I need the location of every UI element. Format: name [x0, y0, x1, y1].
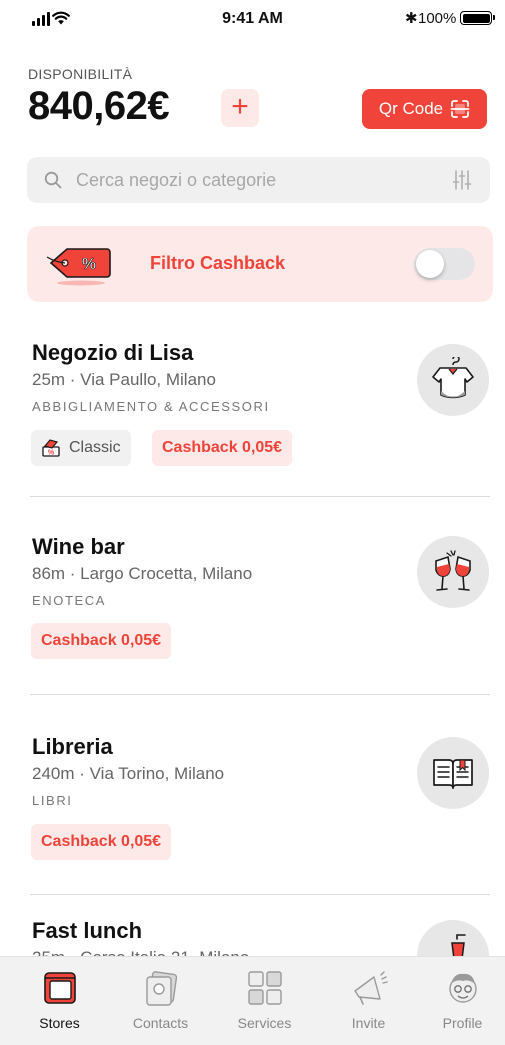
- megaphone-icon: [354, 971, 388, 1005]
- tab-label: Profile: [442, 1015, 483, 1031]
- wine-glasses-icon: [435, 550, 471, 591]
- filter-sliders-icon[interactable]: [452, 169, 472, 191]
- discount-badge-icon: %: [42, 439, 60, 457]
- contacts-icon: [146, 971, 178, 1006]
- cashback-badge: Cashback 0,05€: [31, 623, 172, 659]
- svg-text:%: %: [82, 256, 96, 273]
- search-input[interactable]: [76, 169, 426, 191]
- tab-contacts[interactable]: Contacts: [110, 957, 211, 1045]
- search-icon: [44, 171, 62, 189]
- tab-stores[interactable]: Stores: [9, 957, 110, 1045]
- qr-code-label: Qr Code: [378, 99, 444, 118]
- scan-icon: [450, 100, 470, 118]
- search-bar[interactable]: [27, 157, 490, 203]
- divider: [30, 496, 490, 497]
- store-category: ENOTECA: [32, 593, 107, 608]
- store-avatar: [417, 344, 489, 416]
- shirt-icon: [432, 357, 474, 399]
- divider: [30, 894, 490, 895]
- store-name: Wine bar: [32, 534, 125, 559]
- balance-amount: 840,62€: [28, 84, 170, 128]
- svg-text:%: %: [48, 450, 55, 457]
- tab-label: Contacts: [132, 1015, 189, 1031]
- store-avatar: [417, 536, 489, 608]
- tab-invite[interactable]: Invite: [318, 957, 419, 1045]
- availability-label: DISPONIBILITÀ: [28, 66, 133, 82]
- tab-profile[interactable]: Profile: [412, 957, 505, 1045]
- store-address: 86m · Largo Crocetta, Milano: [32, 564, 253, 583]
- battery-icon: [460, 11, 495, 25]
- store-avatar: [417, 737, 489, 809]
- classic-badge: % Classic: [31, 430, 131, 466]
- add-funds-button[interactable]: +: [221, 89, 259, 127]
- tab-label: Services: [237, 1015, 292, 1031]
- qr-code-button[interactable]: Qr Code: [362, 89, 487, 129]
- store-category: LIBRI: [32, 793, 73, 808]
- cashback-filter-toggle[interactable]: [414, 248, 475, 280]
- cashback-badge: Cashback 0,05€: [31, 824, 172, 860]
- tab-bar: Stores Contacts Services Invite Profile: [0, 956, 505, 1045]
- store-name: Fast lunch: [32, 918, 143, 943]
- tab-services[interactable]: Services: [214, 957, 315, 1045]
- store-name: Libreria: [32, 734, 113, 759]
- status-bar: 9:41 AM ✱ 100%: [0, 0, 505, 38]
- tab-label: Stores: [39, 1015, 80, 1031]
- store-address: 240m · Via Torino, Milano: [32, 764, 225, 783]
- classic-badge-label: Classic: [69, 439, 121, 456]
- profile-icon: [449, 973, 477, 1003]
- store-name: Negozio di Lisa: [32, 340, 194, 365]
- store-address: 25m · Via Paullo, Milano: [32, 370, 216, 389]
- services-icon: [248, 971, 282, 1005]
- cashback-filter-label: Filtro Cashback: [150, 253, 286, 273]
- divider: [30, 694, 490, 695]
- tab-label: Invite: [351, 1015, 386, 1031]
- store-category: ABBIGLIAMENTO & ACCESSORI: [32, 399, 270, 414]
- cashback-badge: Cashback 0,05€: [152, 430, 293, 466]
- battery-percentage: 100%: [418, 10, 457, 27]
- discount-tag-icon: %: [46, 248, 111, 286]
- bluetooth-icon: ✱: [405, 10, 418, 27]
- store-icon: [44, 972, 76, 1004]
- book-icon: [433, 759, 473, 789]
